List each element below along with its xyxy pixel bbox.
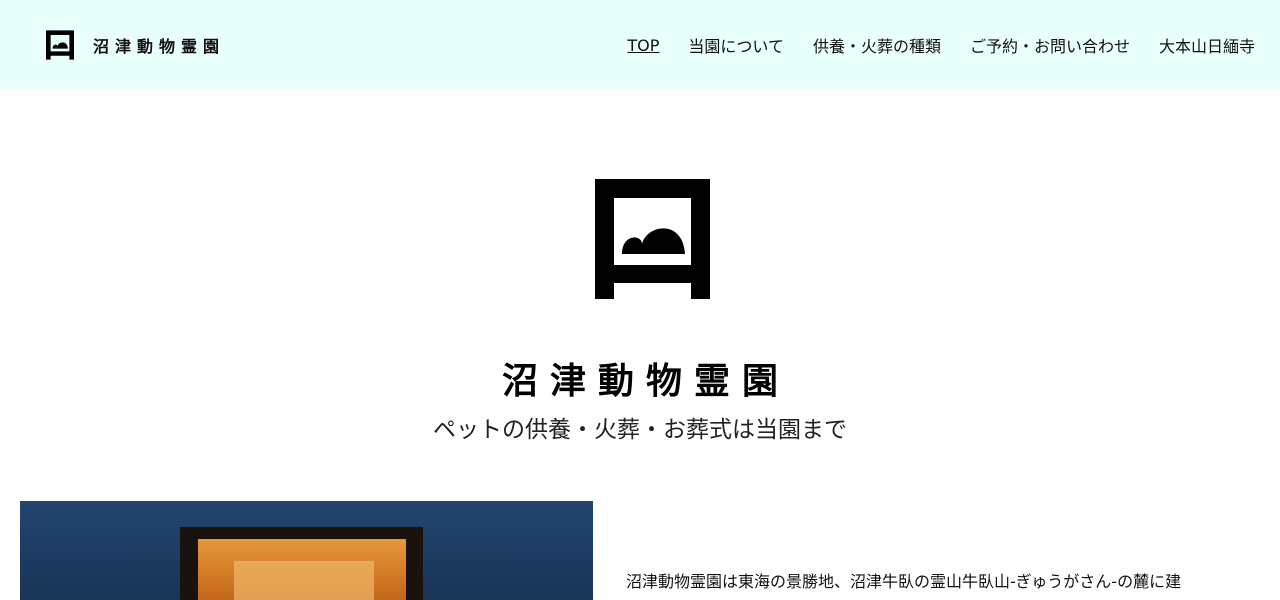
hero-title: 沼津動物霊園 — [501, 361, 790, 402]
nav-item-top[interactable]: TOP — [627, 36, 659, 55]
main-nav: TOP 当園について 供養・火葬の種類 ご予約・お問い合わせ 大本山日緬寺 — [598, 32, 1255, 58]
nav-item-services[interactable]: 供養・火葬の種類 — [813, 33, 941, 57]
brand-name: 沼津動物霊園 — [93, 37, 226, 56]
hero-subtitle: ペットの供養・火葬・お葬式は当園まで — [433, 417, 847, 443]
site-header: 沼津動物霊園 TOP 当園について 供養・火葬の種類 ご予約・お問い合わせ 大本… — [0, 0, 1280, 90]
nav-item-about[interactable]: 当園について — [688, 33, 784, 57]
facility-photo — [20, 501, 593, 600]
mountain-frame-icon — [46, 30, 74, 60]
nav-item-temple[interactable]: 大本山日緬寺 — [1159, 33, 1255, 57]
brand-home-link[interactable]: 沼津動物霊園 — [46, 29, 225, 61]
photo-gate-curtain — [234, 561, 374, 600]
nav-item-contact[interactable]: ご予約・お問い合わせ — [970, 33, 1130, 57]
intro-text: 沼津動物霊園は東海の景勝地、沼津牛臥の霊山牛臥山-ぎゅうがさん-の麓に建 — [626, 572, 1182, 591]
mountain-frame-icon — [595, 179, 710, 299]
